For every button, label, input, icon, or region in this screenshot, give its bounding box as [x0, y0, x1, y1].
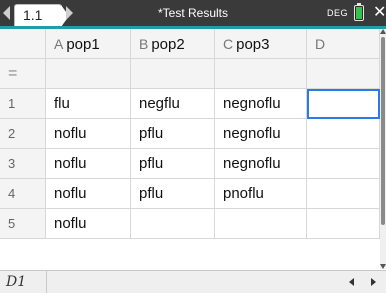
formula-cell-a[interactable] — [46, 59, 131, 89]
battery-icon — [354, 5, 364, 21]
row-number: 5 — [0, 209, 46, 239]
close-icon[interactable]: ✕ — [373, 2, 386, 22]
scroll-thumb[interactable] — [381, 37, 385, 225]
column-header-d[interactable]: D — [307, 29, 380, 59]
cell-d5[interactable] — [307, 209, 380, 239]
title-bar: 1.1 *Test Results DEG ✕ — [0, 0, 386, 27]
column-header-a[interactable]: Apop1 — [46, 29, 131, 59]
column-header-c[interactable]: Cpop3 — [215, 29, 307, 59]
formula-cell-d[interactable] — [307, 59, 380, 89]
row-number: 1 — [0, 89, 46, 119]
formula-cell-b[interactable] — [131, 59, 215, 89]
cell-d3[interactable] — [307, 149, 380, 179]
formula-cell-c[interactable] — [215, 59, 307, 89]
formula-row-label: = — [0, 59, 46, 89]
cell-d2[interactable] — [307, 119, 380, 149]
scroll-down-icon[interactable] — [380, 264, 386, 269]
cell-d4[interactable] — [307, 179, 380, 209]
scroll-right-icon[interactable] — [371, 278, 376, 286]
cell-b5[interactable] — [131, 209, 215, 239]
column-header-b[interactable]: Bpop2 — [131, 29, 215, 59]
cell-b1[interactable]: negflu — [131, 89, 215, 119]
cell-c2[interactable]: negnoflu — [215, 119, 307, 149]
cell-d1[interactable] — [307, 89, 380, 119]
vertical-scrollbar[interactable] — [380, 29, 386, 269]
cell-b2[interactable]: pflu — [131, 119, 215, 149]
row-number: 4 — [0, 179, 46, 209]
scroll-up-icon[interactable] — [380, 29, 386, 34]
cell-b3[interactable]: pflu — [131, 149, 215, 179]
cell-c5[interactable] — [215, 209, 307, 239]
cell-b4[interactable]: pflu — [131, 179, 215, 209]
cell-a5[interactable]: noflu — [46, 209, 131, 239]
cell-a1[interactable]: flu — [46, 89, 131, 119]
corner-cell[interactable] — [0, 29, 46, 59]
scroll-left-icon[interactable] — [349, 278, 354, 286]
cell-a4[interactable]: noflu — [46, 179, 131, 209]
cell-reference-bar: D1 — [0, 270, 386, 293]
selected-cell-reference: D1 — [6, 274, 27, 290]
cell-a2[interactable]: noflu — [46, 119, 131, 149]
divider — [46, 271, 47, 293]
cell-a3[interactable]: noflu — [46, 149, 131, 179]
cell-c4[interactable]: pnoflu — [215, 179, 307, 209]
cell-c1[interactable]: negnoflu — [215, 89, 307, 119]
row-number: 2 — [0, 119, 46, 149]
cell-c3[interactable]: negnoflu — [215, 149, 307, 179]
battery-level — [356, 7, 362, 19]
angle-mode-indicator: DEG — [327, 8, 349, 18]
row-number: 3 — [0, 149, 46, 179]
